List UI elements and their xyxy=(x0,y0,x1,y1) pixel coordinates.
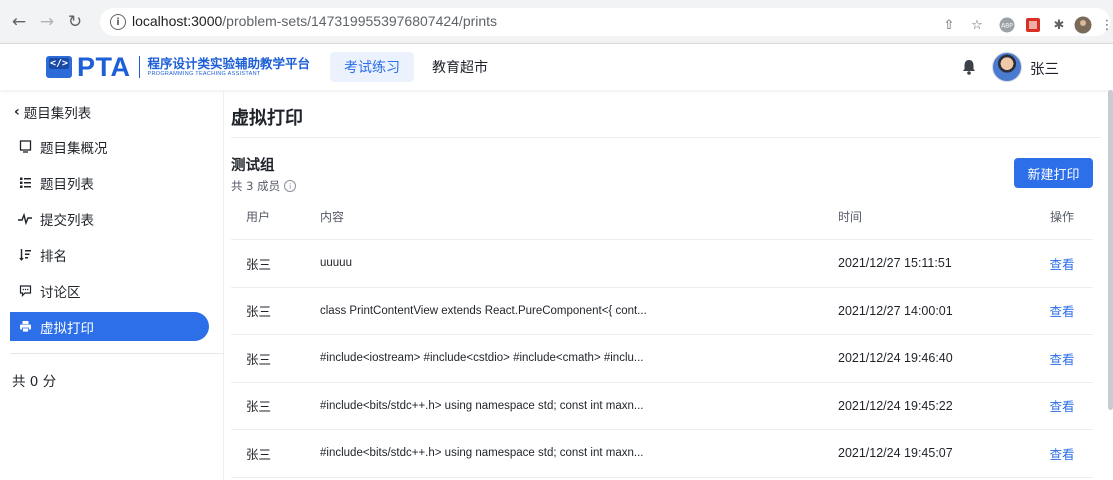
view-link[interactable]: 查看 xyxy=(1049,304,1074,319)
column-header-action: 操作 xyxy=(1049,210,1074,224)
logo-chinese-name: 程序设计类实验辅助教学平台 xyxy=(147,55,311,71)
sidebar: ‹ 题目集列表 题目集概况 题目列表 提交列表 排名 讨论区 虚拟打印 共 0 … xyxy=(0,90,224,480)
extensions-puzzle-icon[interactable]: ✱ xyxy=(1050,16,1068,34)
cell-user: 张三 xyxy=(246,256,272,272)
cell-action: 查看 xyxy=(1031,444,1093,463)
sidebar-item-label: 题目集概况 xyxy=(40,140,108,157)
sidebar-item-label: 提交列表 xyxy=(40,212,94,229)
cell-time: 2021/12/27 14:00:01 xyxy=(838,303,953,318)
table-row: 张三 #include<iostream> #include<cstdio> #… xyxy=(231,335,1093,383)
chat-icon xyxy=(18,284,32,298)
cell-user: 张三 xyxy=(246,304,272,320)
tab-exam-practice[interactable]: 考试练习 xyxy=(330,52,414,82)
logo-english-name: PROGRAMMING TEACHING ASSISTANT xyxy=(147,70,261,77)
cell-content: class PrintContentView extends React.Pur… xyxy=(320,304,647,317)
sidebar-item-label: 题目列表 xyxy=(40,176,94,193)
table-row: 张三 class PrintContentView extends React.… xyxy=(231,288,1093,335)
ranking-icon xyxy=(18,248,32,262)
chevron-left-icon: ‹ xyxy=(14,104,20,120)
sidebar-item-label: 排名 xyxy=(40,248,67,265)
cell-action: 查看 xyxy=(1031,396,1093,415)
code-logo-icon xyxy=(46,56,72,78)
sidebar-item-overview[interactable]: 题目集概况 xyxy=(10,132,209,161)
forward-arrow-icon[interactable]: → xyxy=(36,11,58,33)
logo-divider xyxy=(138,56,140,78)
cell-content: #include<iostream> #include<cstdio> #inc… xyxy=(320,352,644,365)
column-header-time: 时间 xyxy=(838,210,863,224)
bell-icon[interactable] xyxy=(960,58,978,76)
overview-icon xyxy=(18,140,32,154)
new-print-button[interactable]: 新建打印 xyxy=(1014,158,1093,188)
back-to-problem-sets[interactable]: ‹ 题目集列表 xyxy=(14,102,91,122)
page-title: 虚拟打印 xyxy=(231,108,303,129)
column-header-user: 用户 xyxy=(246,210,271,224)
avatar[interactable] xyxy=(992,52,1022,82)
view-link[interactable]: 查看 xyxy=(1049,399,1074,414)
adblock-extension-icon[interactable]: ABP xyxy=(998,16,1016,34)
view-link[interactable]: 查看 xyxy=(1049,352,1074,367)
sidebar-divider xyxy=(10,353,224,354)
table-row: 张三 #include<bits/stdc++.h> using namespa… xyxy=(231,383,1093,430)
list-icon xyxy=(18,176,32,190)
sidebar-item-label: 讨论区 xyxy=(40,284,81,301)
logo-text: 程序设计类实验辅助教学平台 PROGRAMMING TEACHING ASSIS… xyxy=(147,55,311,78)
url-text[interactable]: localhost:3000/problem-sets/147319955397… xyxy=(132,13,497,29)
cell-time: 2021/12/24 19:45:22 xyxy=(838,398,953,413)
pta-logo[interactable]: PTA 程序设计类实验辅助教学平台 PROGRAMMING TEACHING A… xyxy=(46,51,311,82)
red-extension-icon[interactable] xyxy=(1024,16,1042,34)
printer-icon xyxy=(18,320,32,334)
cell-content: #include<bits/stdc++.h> using namespace … xyxy=(320,447,644,460)
group-count-text: 共 3 成员 xyxy=(231,179,281,193)
info-icon[interactable]: i xyxy=(284,180,297,192)
logo-brand: PTA xyxy=(77,51,131,82)
profile-avatar-icon[interactable] xyxy=(1074,16,1092,34)
cell-action: 查看 xyxy=(1031,349,1093,368)
cell-time: 2021/12/27 15:11:51 xyxy=(838,256,952,271)
cell-time: 2021/12/24 19:45:07 xyxy=(838,446,953,461)
group-name: 测试组 xyxy=(231,158,275,174)
browser-toolbar: ← → ↻ i localhost:3000/problem-sets/1473… xyxy=(0,0,1113,44)
main-content: 虚拟打印 测试组 共 3 成员 i 新建打印 用户 内容 时间 操作 张三 uu… xyxy=(224,90,1113,480)
cell-action: 查看 xyxy=(1031,254,1093,273)
reload-icon[interactable]: ↻ xyxy=(64,11,86,33)
pulse-icon xyxy=(18,212,32,226)
sidebar-item-submissions[interactable]: 提交列表 xyxy=(10,204,209,233)
group-member-count: 共 3 成员 i xyxy=(231,178,297,194)
svg-text:ABP: ABP xyxy=(1001,23,1013,30)
cell-time: 2021/12/24 19:46:40 xyxy=(838,351,953,366)
total-score: 共 0 分 xyxy=(12,374,57,390)
user-name[interactable]: 张三 xyxy=(1030,58,1059,79)
column-header-content: 内容 xyxy=(320,210,345,224)
sidebar-item-problem-list[interactable]: 题目列表 xyxy=(10,168,209,197)
back-label: 题目集列表 xyxy=(23,106,92,122)
cell-content: uuuuu xyxy=(320,257,352,270)
share-icon[interactable]: ⇧ xyxy=(940,16,958,34)
title-divider xyxy=(231,137,1101,138)
table-row: 张三 #include<bits/stdc++.h> using namespa… xyxy=(231,430,1093,478)
cell-action: 查看 xyxy=(1031,301,1093,320)
cell-user: 张三 xyxy=(246,446,272,462)
address-bar[interactable]: i localhost:3000/problem-sets/1473199553… xyxy=(100,8,1113,36)
table-header: 用户 内容 时间 操作 xyxy=(231,194,1093,240)
page-scrollbar[interactable] xyxy=(1108,90,1113,410)
sidebar-item-ranking[interactable]: 排名 xyxy=(10,240,209,269)
back-arrow-icon[interactable]: ← xyxy=(8,11,30,33)
bookmark-star-icon[interactable]: ☆ xyxy=(968,16,986,34)
browser-menu-icon[interactable]: ⋮ xyxy=(1098,16,1113,34)
view-link[interactable]: 查看 xyxy=(1049,447,1074,462)
tab-education-market[interactable]: 教育超市 xyxy=(418,52,502,82)
view-link[interactable]: 查看 xyxy=(1049,257,1074,272)
sidebar-item-virtual-print[interactable]: 虚拟打印 xyxy=(10,312,209,341)
table-row: 张三 uuuuu 2021/12/27 15:11:51 查看 xyxy=(231,240,1093,288)
cell-user: 张三 xyxy=(246,399,272,415)
sidebar-item-discussion[interactable]: 讨论区 xyxy=(10,276,209,305)
print-table: 用户 内容 时间 操作 张三 uuuuu 2021/12/27 15:11:51… xyxy=(231,194,1093,478)
cell-user: 张三 xyxy=(246,351,272,367)
app-header: PTA 程序设计类实验辅助教学平台 PROGRAMMING TEACHING A… xyxy=(0,44,1113,90)
cell-content: #include<bits/stdc++.h> using namespace … xyxy=(320,399,644,412)
site-info-icon[interactable]: i xyxy=(110,14,126,30)
sidebar-item-label: 虚拟打印 xyxy=(40,320,94,337)
